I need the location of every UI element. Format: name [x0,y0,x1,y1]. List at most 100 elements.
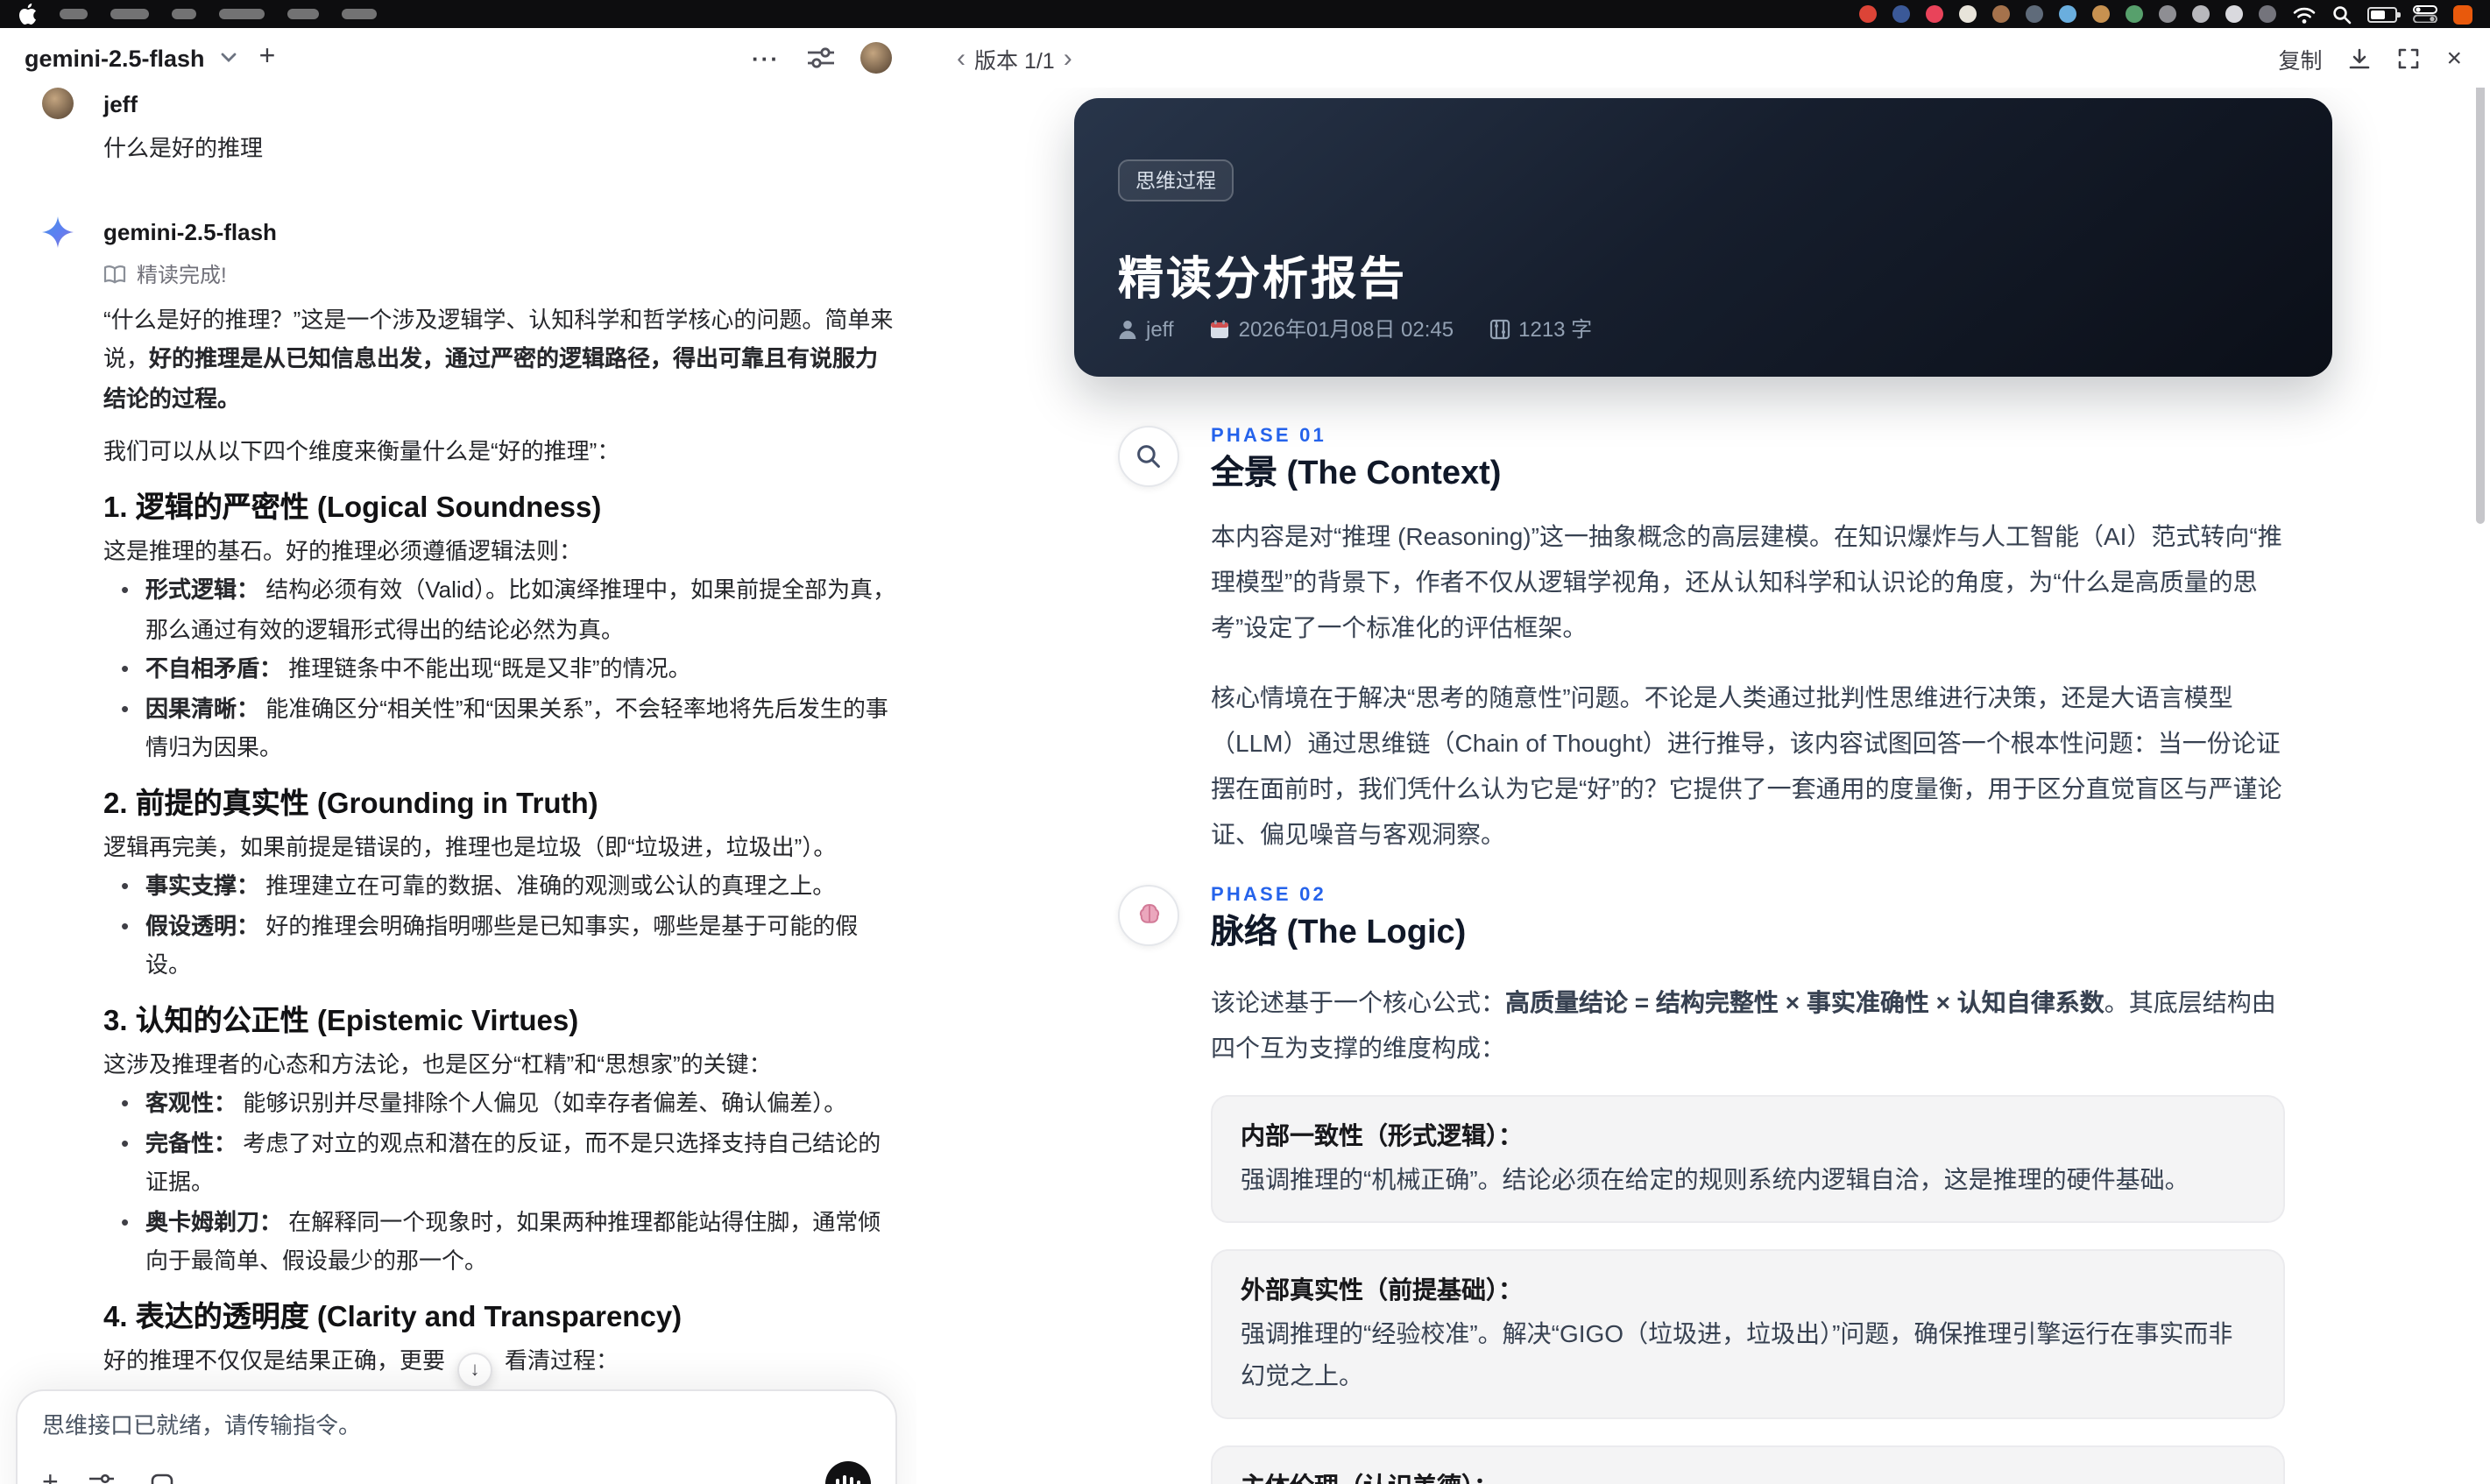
abacus-icon [1489,318,1510,339]
preview-panel: ‹ 版本 1/1 › 复制 × 思维过程 精读分析报告 jeff 2026年01… [916,28,2490,1484]
scroll-to-bottom-button[interactable]: ↓ [457,1352,493,1388]
report-author: jeff [1118,316,1174,341]
brain-icon [1118,885,1179,946]
voice-input-button[interactable] [825,1461,871,1484]
chat-input[interactable] [42,1412,871,1438]
status-icon[interactable] [2453,4,2472,24]
section-lead: 这涉及推理者的心态和方法论，也是区分“杠精”和“思想家”的关键： [103,1050,772,1077]
preview-toolbar: ‹ 版本 1/1 › 复制 × [916,28,2490,88]
card-title: 主体伦理（认识美德）： [1241,1468,2255,1484]
status-icon[interactable] [1926,5,1943,23]
model-selector[interactable]: gemini-2.5-flash [25,45,205,71]
phase-title: 脉络 (The Logic) [1211,915,1467,951]
report-date: 2026年01月08日 02:45 [1209,314,1454,343]
menu-item[interactable] [172,9,196,19]
assistant-paragraph: “什么是好的推理？”这是一个涉及逻辑学、认知科学和哲学核心的问题。简单来说，好的… [103,306,894,411]
section-lead: 这是推理的基石。好的推理必须遵循逻辑法则： [103,537,583,563]
tune-sliders-icon[interactable] [801,39,839,77]
section-lead-text: 好的推理不仅仅是结果正确，更要 [103,1346,446,1373]
menu-bar [0,0,2490,28]
phase-label: PHASE 01 [1211,426,1326,447]
status-icon[interactable] [2225,5,2243,23]
screen: gemini-2.5-flash + ··· jeff 什么是好的推理 gemi… [0,0,2490,1484]
phase-label: PHASE 02 [1211,885,1326,906]
bullet-item: 奥卡姆剃刀： 在解释同一个现象时，如果两种推理都能站得住脚，通常倾向于最简单、假… [121,1203,901,1282]
bullet-list: 客观性： 能够识别并尽量排除个人偏见（如幸存者偏差、确认偏差）。 完备性： 考虑… [103,1085,901,1282]
status-icon[interactable] [1892,5,1910,23]
phase-paragraph: 核心情境在于解决“思考的随意性”问题。不论是人类通过批判性思维进行决策，还是大语… [1211,683,2282,848]
assistant-paragraph: 我们可以从以下四个维度来衡量什么是“好的推理”： [103,438,620,464]
chevron-down-icon[interactable] [221,53,237,63]
phase-title: 全景 (The Context) [1211,456,1502,492]
copy-button[interactable]: 复制 [2278,41,2322,74]
download-button[interactable] [2348,46,2371,69]
info-card: 外部真实性（前提基础）： 强调推理的“经验校准”。解决“GIGO（垃圾进，垃圾出… [1211,1249,2285,1419]
chat-header: gemini-2.5-flash + ··· [0,28,916,88]
date-text: 2026年01月08日 02:45 [1238,317,1454,342]
bullet-item: 因果清晰： 能准确区分“相关性”和“因果关系”，不会轻率地将先后发生的事情归为因… [121,689,901,768]
user-message-text: 什么是好的推理 [103,135,264,161]
new-chat-button[interactable]: + [259,43,276,72]
section-heading: 2. 前提的真实性 (Grounding in Truth) [103,788,598,819]
bullet-item: 形式逻辑： 结构必须有效（Valid）。比如演绎推理中，如果前提全部为真，那么通… [121,571,901,650]
card-title: 外部真实性（前提基础）： [1241,1276,1523,1304]
status-icon[interactable] [1959,5,1977,23]
section-heading: 4. 表达的透明度 (Clarity and Transparency) [103,1301,683,1332]
section-lead: 好的推理不仅仅是结果正确，更要 ↓ 看清过程： [103,1341,901,1388]
menu-item[interactable] [60,9,88,19]
bullet-item: 事实支撑： 推理建立在可靠的数据、准确的观测或公认的真理之上。 [121,867,901,907]
close-button[interactable]: × [2446,43,2462,73]
search-icon[interactable] [2332,4,2352,24]
section-lead-text: 看清过程： [505,1346,619,1373]
menu-item[interactable] [287,9,319,19]
composer-actions: + [42,1461,871,1484]
account-avatar[interactable] [860,42,892,74]
menu-item[interactable] [110,9,149,19]
report-hero-card: 思维过程 精读分析报告 jeff 2026年01月08日 02:45 1213 … [1074,98,2332,377]
assistant-name: gemini-2.5-flash [103,219,277,245]
menu-item[interactable] [342,9,377,19]
add-attachment-button[interactable]: + [42,1469,59,1484]
chat-message-list[interactable]: jeff 什么是好的推理 gemini-2.5-flash 精读完成! “什么是… [0,88,916,1484]
status-icon[interactable] [2092,5,2110,23]
wifi-icon[interactable] [2292,4,2317,24]
chat-panel: gemini-2.5-flash + ··· jeff 什么是好的推理 gemi… [0,28,916,1484]
report-meta: jeff 2026年01月08日 02:45 1213 字 [1118,314,2288,343]
battery-icon[interactable] [2367,6,2401,22]
waveform-icon [857,1480,860,1484]
magnifier-icon [1118,426,1179,487]
status-icon[interactable] [2059,5,2076,23]
status-icon[interactable] [2026,5,2043,23]
read-status-text: 精读完成! [137,262,227,286]
user-avatar [42,88,74,119]
user-message-header: jeff [42,88,874,119]
scrollbar-thumb[interactable] [2476,63,2485,524]
word-count-text: 1213 字 [1518,317,1593,342]
status-icon[interactable] [1859,5,1877,23]
report-view[interactable]: 思维过程 精读分析报告 jeff 2026年01月08日 02:45 1213 … [916,88,2490,1484]
expand-button[interactable] [2397,46,2420,69]
version-next-button[interactable]: › [1055,43,1081,73]
bullet-item: 假设透明： 好的推理会明确指明哪些是已知事实，哪些是基于可能的假设。 [121,907,901,986]
logic-formula: 该论述基于一个核心公式：高质量结论 = 结构完整性 × 事实准确性 × 认知自律… [1211,988,2276,1062]
gemini-star-icon [42,216,74,248]
read-status: 精读完成! [103,258,874,288]
bullet-item: 客观性： 能够识别并尽量排除个人偏见（如幸存者偏差、确认偏差）。 [121,1085,901,1124]
status-icon[interactable] [2159,5,2176,23]
more-options-button[interactable]: ··· [752,45,780,71]
status-icon[interactable] [2126,5,2143,23]
frame-button[interactable] [146,1468,178,1484]
apple-icon[interactable] [18,3,37,25]
report-word-count: 1213 字 [1489,314,1592,343]
dimension-cards: 内部一致性（形式逻辑）： 强调推理的“机械正确”。结论必须在给定的规则系统内逻辑… [1211,1095,2285,1484]
version-prev-button[interactable]: ‹ [948,43,974,73]
bullet-item: 完备性： 考虑了对立的观点和潜在的反证，而不是只选择支持自己结论的证据。 [121,1124,901,1203]
status-icon[interactable] [2259,5,2276,23]
section-lead: 逻辑再完美，如果前提是错误的，推理也是垃圾（即“垃圾进，垃圾出”）。 [103,833,837,859]
author-name: jeff [1146,316,1174,341]
control-center-icon[interactable] [2413,5,2437,23]
menu-item[interactable] [219,9,265,19]
tools-button[interactable] [87,1468,118,1484]
status-icon[interactable] [2192,5,2210,23]
status-icon[interactable] [1992,5,2010,23]
